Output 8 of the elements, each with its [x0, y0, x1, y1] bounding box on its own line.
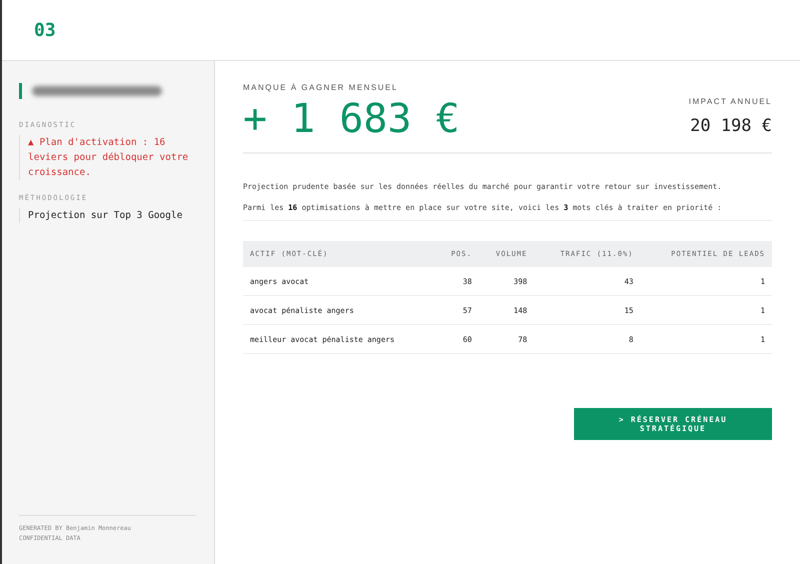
step-number: 03	[34, 20, 56, 40]
diagnostic-alert: ▲ Plan d'activation : 16 leviers pour débloquer votre croissance.	[19, 135, 196, 180]
methodology-text: Projection sur Top 3 Google	[19, 208, 196, 223]
accent-bar	[19, 83, 22, 99]
annual-value: 20 198 €	[689, 116, 772, 136]
annual-label: IMPACT ANNUEL	[688, 97, 772, 106]
monthly-label: MANQUE À GAGNER MENSUEL	[243, 83, 399, 92]
monthly-value: + 1 683 €	[243, 96, 460, 142]
